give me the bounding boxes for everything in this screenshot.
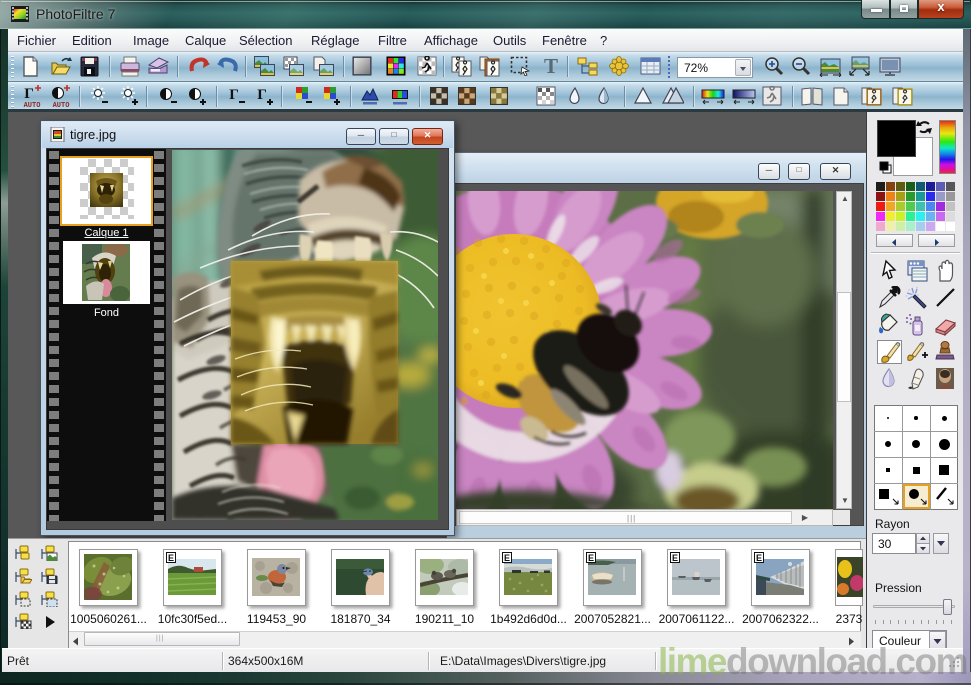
- svg-text:Γ: Γ: [24, 86, 34, 102]
- svg-text:Γ: Γ: [229, 87, 239, 103]
- svg-text:AUTO: AUTO: [53, 102, 70, 109]
- svg-text:T: T: [544, 56, 558, 77]
- svg-text:AUTO: AUTO: [24, 102, 41, 109]
- svg-text:Γ: Γ: [257, 87, 267, 103]
